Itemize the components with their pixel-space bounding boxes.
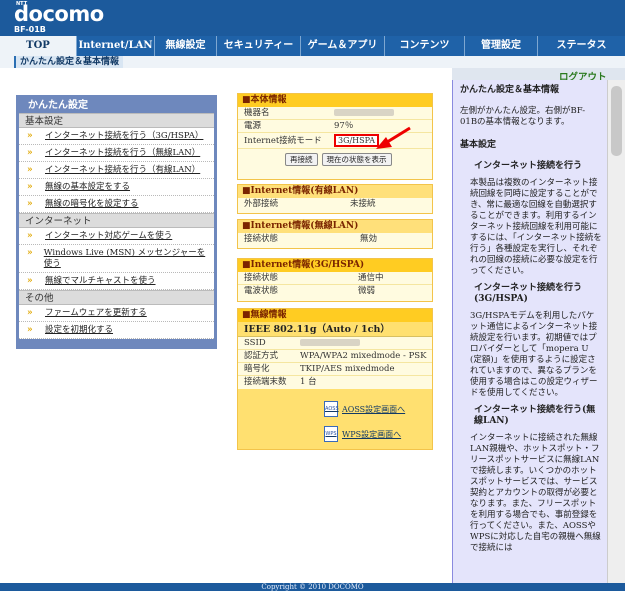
help-heading-2: インターネット接続を行う(3G/HSPA) — [474, 283, 583, 304]
double-chevron-icon: » — [27, 276, 33, 286]
encryption-value: TKIP/AES mixedmode — [300, 364, 395, 374]
signal-label: 電波状態 — [244, 286, 279, 296]
help-text-3: インターネットに接続された無線LAN親機や、ホットスポット・フリースポットサービ… — [470, 433, 601, 553]
ssid-label: SSID — [244, 338, 266, 348]
reconnect-button[interactable]: 再接続 — [285, 153, 318, 166]
model-name: BF-01B — [14, 25, 46, 34]
redacted-value — [300, 339, 360, 346]
help-panel: かんたん設定＆基本情報 左側がかんたん設定。右側がBF-01Bの基本情報となりま… — [452, 80, 607, 583]
menu-item-wireless-basic[interactable]: » 無線の基本設定をする — [19, 179, 214, 196]
double-chevron-icon: » — [27, 131, 33, 141]
menu-title: かんたん設定 — [28, 100, 88, 111]
auth-value: WPA/WPA2 mixedmode - PSK — [300, 351, 427, 361]
wireless-state-value: 無効 — [360, 234, 378, 244]
header-bar: NTT docomo BF-01B — [0, 0, 625, 38]
double-chevron-icon: » — [27, 148, 33, 158]
hspa-info-panel: ■Internet情報(3G/HSPA) 接続状態 通信中 電波状態 微弱 — [237, 258, 433, 302]
menu-section-basic: 基本設定 — [19, 113, 214, 128]
double-chevron-icon: » — [27, 165, 33, 175]
redacted-value — [334, 109, 394, 116]
wlan-info-title: ■無線情報 — [238, 309, 432, 322]
menu-item-wired[interactable]: » インターネット接続を行う（有線LAN） — [19, 162, 214, 179]
aoss-icon: AOSS — [324, 401, 339, 417]
scrollbar-thumb[interactable] — [611, 86, 622, 156]
signal-value: 微弱 — [358, 286, 376, 296]
hspa-state-value: 通信中 — [358, 273, 384, 283]
external-connection-value: 未接続 — [350, 199, 376, 209]
double-chevron-icon: » — [27, 231, 33, 241]
help-section: 基本設定 — [460, 140, 497, 150]
menu-item-reset[interactable]: » 設定を初期化する — [19, 322, 214, 339]
wired-info-title: ■Internet情報(有線LAN) — [238, 185, 432, 198]
help-text-1: 本製品は複数のインターネット接続回線を同時に設定することができ、常に最適な回線を… — [470, 178, 602, 276]
menu-item-games[interactable]: » インターネット対応ゲームを使う — [19, 228, 214, 245]
double-chevron-icon: » — [27, 248, 33, 258]
tab-admin[interactable]: 管理設定 — [464, 36, 537, 56]
wireless-info-title: ■Internet情報(無線LAN) — [238, 220, 432, 233]
menu-item-firmware[interactable]: » ファームウェアを更新する — [19, 305, 214, 322]
wps-link-label[interactable]: WPS設定画面へ — [342, 429, 401, 440]
wps-link[interactable]: WPS WPS設定画面へ — [324, 426, 401, 442]
help-scrollbar[interactable] — [607, 80, 625, 583]
tab-status[interactable]: ステータス — [537, 36, 625, 56]
external-connection-label: 外部接続 — [244, 199, 279, 209]
tab-contents[interactable]: コンテンツ — [384, 36, 464, 56]
wireless-info-panel: ■Internet情報(無線LAN) 接続状態 無効 — [237, 219, 433, 249]
hspa-state-label: 接続状態 — [244, 273, 279, 283]
power-label: 電源 — [244, 121, 262, 131]
tab-internet-lan[interactable]: Internet/LAN — [76, 36, 154, 56]
wireless-state-label: 接続状態 — [244, 234, 279, 244]
red-arrow-icon — [376, 126, 411, 149]
power-value: 97％ — [334, 121, 354, 131]
wps-icon: WPS — [324, 426, 338, 442]
device-name-label: 機器名 — [244, 108, 270, 118]
clients-label: 接続端末数 — [244, 377, 287, 387]
menu-item-multicast[interactable]: » 無線でマルチキャストを使う — [19, 273, 214, 290]
mode-label: Internet接続モード — [244, 136, 322, 146]
aoss-link[interactable]: AOSS AOSS設定画面へ — [324, 401, 405, 417]
help-intro: 左側がかんたん設定。右側がBF-01Bの基本情報となります。 — [460, 106, 586, 127]
menu-section-other: その他 — [19, 290, 214, 305]
help-text-2: 3G/HSPAモデムを利用したパケット通信によるインターネット接続設定を行います… — [470, 311, 598, 398]
wired-info-panel: ■Internet情報(有線LAN) 外部接続 未接続 — [237, 184, 433, 214]
help-title: かんたん設定＆基本情報 — [460, 85, 560, 95]
double-chevron-icon: » — [27, 182, 33, 192]
encryption-label: 暗号化 — [244, 364, 270, 374]
help-heading-1: インターネット接続を行う — [474, 161, 583, 171]
menu-item-messenger[interactable]: » Windows Live (MSN) メッセンジャーを使う — [19, 245, 214, 273]
wlan-standard: IEEE 802.11g（Auto / 1ch） — [238, 322, 432, 337]
aoss-link-label[interactable]: AOSS設定画面へ — [342, 404, 405, 415]
menu-item-3g[interactable]: » インターネット接続を行う（3G/HSPA） — [19, 128, 214, 145]
mode-value: 3G/HSPA — [334, 134, 380, 147]
easy-setup-menu: かんたん設定 基本設定 » インターネット接続を行う（3G/HSPA） » インター… — [16, 95, 217, 349]
menu-section-internet: インターネット — [19, 213, 214, 228]
double-chevron-icon: » — [27, 325, 33, 335]
auth-label: 認証方式 — [244, 351, 279, 361]
device-info-title: ■本体情報 — [238, 94, 432, 107]
tab-wireless[interactable]: 無線設定 — [154, 36, 216, 56]
help-heading-3: インターネット接続を行う(無線LAN) — [474, 405, 596, 426]
tab-game-app[interactable]: ゲーム＆アプリ — [300, 36, 384, 56]
footer-copyright: Copyright © 2010 DOCOMO — [0, 583, 625, 591]
double-chevron-icon: » — [27, 199, 33, 209]
main-nav: TOP Internet/LAN 無線設定 セキュリティー ゲーム＆アプリ コン… — [0, 36, 625, 56]
tab-security[interactable]: セキュリティー — [216, 36, 300, 56]
hspa-info-title: ■Internet情報(3G/HSPA) — [238, 259, 432, 272]
docomo-logo: docomo — [14, 2, 104, 26]
double-chevron-icon: » — [27, 308, 33, 318]
clients-value: 1 台 — [300, 377, 317, 387]
tab-top[interactable]: TOP — [0, 36, 76, 56]
menu-item-wlan[interactable]: » インターネット接続を行う（無線LAN） — [19, 145, 214, 162]
menu-item-encryption[interactable]: » 無線の暗号化を設定する — [19, 196, 214, 213]
